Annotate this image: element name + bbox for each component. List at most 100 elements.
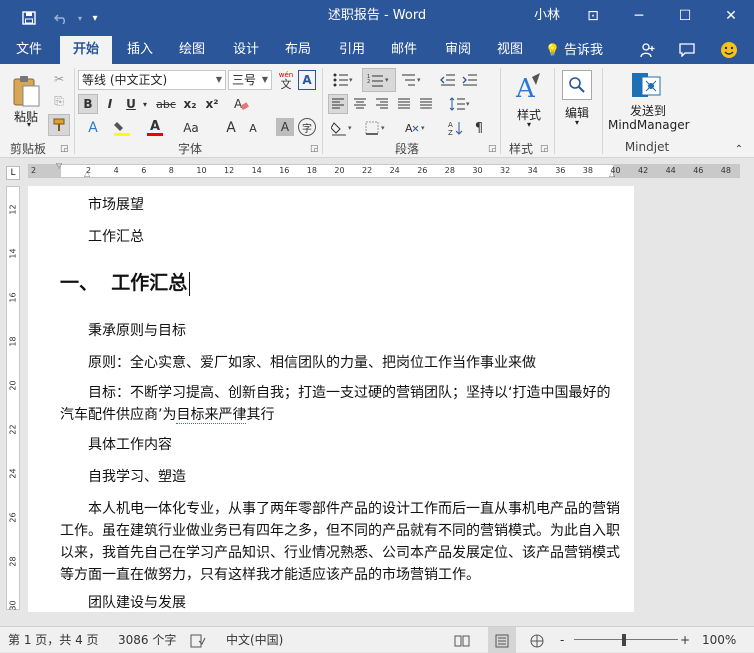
bullets-icon[interactable]: ▾ xyxy=(330,70,358,90)
shading-icon[interactable]: ▾ xyxy=(328,118,358,138)
distributed-icon[interactable] xyxy=(416,94,436,114)
web-layout-icon[interactable] xyxy=(530,627,544,653)
hanging-indent-marker[interactable]: △ xyxy=(84,169,90,178)
phonetic-guide-button[interactable]: wén 文 xyxy=(276,68,296,92)
show-paragraph-marks-icon[interactable]: ¶ xyxy=(470,118,488,138)
first-line-indent-marker[interactable]: ▽ xyxy=(56,161,62,170)
tab-mailings[interactable]: 邮件 xyxy=(382,36,426,64)
minimize-button[interactable]: ─ xyxy=(616,0,662,32)
mindmanager-icon[interactable] xyxy=(628,70,664,102)
tab-design[interactable]: 设计 xyxy=(224,36,268,64)
ribbon-display-options-button[interactable]: ⊡ xyxy=(570,0,616,32)
search-icon[interactable] xyxy=(562,70,592,100)
zoom-in-button[interactable]: + xyxy=(680,627,690,653)
language-indicator[interactable]: 中文(中国) xyxy=(226,627,283,653)
tab-draw[interactable]: 绘图 xyxy=(170,36,214,64)
undo-dropdown-icon[interactable]: ▾ xyxy=(74,5,86,31)
multilevel-list-icon[interactable]: ▾ xyxy=(398,70,428,90)
copy-icon[interactable]: ⎘ xyxy=(50,92,68,110)
read-mode-icon[interactable] xyxy=(454,627,470,653)
numbering-icon[interactable]: 1 2 ▾ xyxy=(362,68,396,92)
page-count[interactable]: 第 1 页，共 4 页 xyxy=(8,627,99,653)
vertical-scrollbar[interactable] xyxy=(740,186,754,626)
print-layout-icon[interactable] xyxy=(488,627,516,653)
send-to-mindmanager-label[interactable]: 发送到 MindManager xyxy=(608,104,690,132)
comments-icon[interactable] xyxy=(674,36,700,64)
styles-gallery-icon[interactable]: A xyxy=(512,70,546,104)
highlight-icon[interactable] xyxy=(110,118,134,138)
tab-selector[interactable]: L xyxy=(6,166,20,180)
proofing-icon[interactable] xyxy=(190,627,206,653)
tab-references[interactable]: 引用 xyxy=(330,36,374,64)
sort-icon[interactable]: AZ xyxy=(446,118,466,138)
subscript-button[interactable]: x₂ xyxy=(180,94,200,114)
tell-me-box[interactable]: 💡 告诉我 xyxy=(544,36,604,64)
superscript-button[interactable]: x² xyxy=(202,94,222,114)
chinese-layout-icon[interactable]: A ▾ xyxy=(402,118,432,138)
underline-dropdown-icon[interactable]: ▾ xyxy=(140,94,150,114)
document-page[interactable]: 市场展望 工作汇总 一、 工作汇总 秉承原则与目标 原则：全心实意、爱厂如家、相… xyxy=(28,186,634,612)
line-spacing-icon[interactable]: ▾ xyxy=(446,94,474,114)
styles-launcher-icon[interactable]: ◲ xyxy=(540,144,549,154)
italic-button[interactable]: I xyxy=(100,94,120,114)
font-launcher-icon[interactable]: ◲ xyxy=(310,144,319,154)
clear-formatting-icon[interactable]: A xyxy=(230,94,252,114)
font-color-icon[interactable]: A xyxy=(144,118,166,138)
enclose-characters-button[interactable]: 字 xyxy=(298,118,316,136)
paragraph-launcher-icon[interactable]: ◲ xyxy=(488,144,497,154)
change-case-button[interactable]: Aa xyxy=(178,118,204,138)
cut-icon[interactable]: ✂ xyxy=(50,70,68,88)
doc-text: 其行 xyxy=(246,407,275,423)
character-shading-button[interactable]: A xyxy=(276,118,294,136)
user-name[interactable]: 小林 xyxy=(534,0,560,32)
maximize-button[interactable]: ☐ xyxy=(662,0,708,32)
borders-icon[interactable]: ▾ xyxy=(362,118,392,138)
smiley-feedback-icon[interactable] xyxy=(716,36,742,64)
share-icon[interactable] xyxy=(634,36,660,64)
font-size-select[interactable]: 三号 ▼ xyxy=(228,70,272,90)
character-border-icon[interactable]: A xyxy=(298,70,316,90)
increase-indent-icon[interactable] xyxy=(460,70,480,90)
text-effects-icon[interactable]: A xyxy=(80,118,106,138)
zoom-out-button[interactable]: - xyxy=(560,627,564,653)
format-painter-icon[interactable] xyxy=(48,114,70,136)
strikethrough-button[interactable]: abc xyxy=(154,94,178,114)
collapse-ribbon-icon[interactable]: ⌃ xyxy=(732,144,746,155)
bold-button[interactable]: B xyxy=(78,94,98,114)
grammar-underline-text[interactable]: 目标来严律 xyxy=(176,407,247,424)
undo-icon[interactable] xyxy=(48,5,74,31)
word-count[interactable]: 3086 个字 xyxy=(118,627,176,653)
save-icon[interactable] xyxy=(16,5,42,31)
grow-font-button[interactable]: A xyxy=(222,118,240,138)
styles-dropdown-icon[interactable]: ▾ xyxy=(524,120,534,129)
vertical-ruler[interactable]: 12 14 16 18 20 22 24 26 28 30 xyxy=(6,186,20,611)
doc-line: 具体工作内容 xyxy=(88,437,172,453)
close-button[interactable]: ✕ xyxy=(708,0,754,32)
tab-view[interactable]: 视图 xyxy=(488,36,532,64)
align-left-icon[interactable] xyxy=(328,94,348,114)
tab-review[interactable]: 审阅 xyxy=(436,36,480,64)
horizontal-ruler[interactable]: 2 2 4 6 8 10 12 14 16 18 20 22 24 26 28 30 32 34 36 38 40 42 4… xyxy=(28,161,740,178)
font-name-select[interactable]: 等线 (中文正文) ▼ xyxy=(78,70,226,90)
align-center-icon[interactable] xyxy=(350,94,370,114)
font-group-label: 字体 xyxy=(177,142,202,156)
vertical-ruler-number: 18 xyxy=(8,336,18,347)
tab-layout[interactable]: 布局 xyxy=(276,36,320,64)
zoom-percent[interactable]: 100% xyxy=(702,627,736,653)
tab-insert[interactable]: 插入 xyxy=(118,36,162,64)
clipboard-launcher-icon[interactable]: ◲ xyxy=(60,144,69,154)
zoom-slider-track[interactable] xyxy=(574,639,678,640)
decrease-indent-icon[interactable] xyxy=(438,70,458,90)
shrink-font-button[interactable]: A xyxy=(244,118,262,138)
justify-icon[interactable] xyxy=(394,94,414,114)
underline-button[interactable]: U xyxy=(122,94,140,114)
doc-line: 市场展望 xyxy=(88,197,144,213)
tab-home[interactable]: 开始 xyxy=(60,36,112,64)
editing-dropdown-icon[interactable]: ▾ xyxy=(572,118,582,127)
paste-dropdown-icon[interactable]: ▾ xyxy=(24,120,34,129)
customize-qat-icon[interactable]: ▾ xyxy=(86,5,104,31)
tab-file[interactable]: 文件 xyxy=(4,36,54,64)
zoom-slider-thumb[interactable] xyxy=(622,634,626,646)
align-right-icon[interactable] xyxy=(372,94,392,114)
right-indent-marker[interactable]: △ xyxy=(609,169,615,178)
